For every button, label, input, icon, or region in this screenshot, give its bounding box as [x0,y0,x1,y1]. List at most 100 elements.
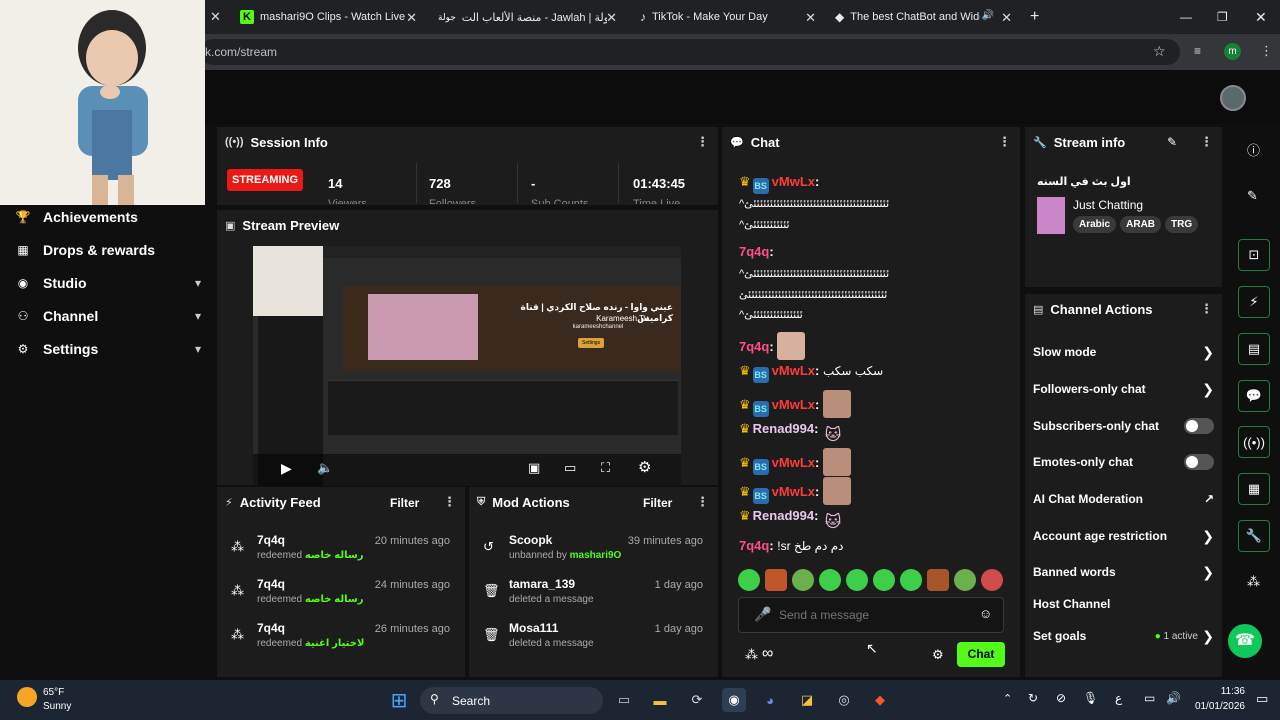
address-bar[interactable]: k.com/stream [200,39,1180,65]
sidebar-item-drops[interactable]: ▦ Drops & rewards [16,242,155,258]
chat-username[interactable]: Renad994 [753,421,814,436]
filter-button[interactable]: Filter [643,496,672,510]
chat-bubble-icon[interactable]: 💬 [1238,380,1270,412]
clock-time[interactable]: 11:36 [1191,686,1245,697]
notes-icon[interactable]: ▤ [1238,333,1270,365]
more-icon[interactable]: ⋮ [1200,134,1213,150]
support-chat-icon[interactable]: ☎ [1228,624,1262,658]
emote-icon[interactable] [765,569,787,591]
pip-icon[interactable]: ▣ [528,460,540,476]
tag[interactable]: TRG [1165,216,1199,233]
close-icon[interactable]: ✕ [1001,10,1012,26]
tab-close-0[interactable]: ✕ [210,0,225,34]
emote-icon[interactable] [819,569,841,591]
app-icon[interactable]: ⟳ [685,688,709,712]
file-explorer-icon[interactable]: ▬ [648,688,672,712]
emote-icon[interactable] [738,569,760,591]
mod-by[interactable]: mashari9O [570,550,622,561]
chat-username[interactable]: vMwLx [772,174,815,189]
action-host-channel[interactable]: Host Channel [1033,593,1214,615]
info-icon[interactable]: ⓘ [1247,140,1260,159]
emote-icon[interactable] [846,569,868,591]
mod-user[interactable]: Mosa111 [509,621,558,635]
browser-tab-botrix[interactable]: ◆ The best ChatBot and Widg 🔊 ✕ [830,0,1020,34]
sidebar-item-channel[interactable]: ⚇ Channel ▾ [16,308,201,324]
maximize-icon[interactable]: ❐ [1217,0,1228,34]
mod-user[interactable]: tamara_139 [509,577,575,591]
fullscreen-icon[interactable]: ⛶ [601,460,610,476]
layout-icon[interactable]: ▦ [1238,473,1270,505]
more-icon[interactable]: ⋮ [696,134,709,150]
more-icon[interactable]: ⋮ [1200,301,1213,317]
gear-icon[interactable]: ⚙ [932,647,944,663]
emote-icon[interactable] [900,569,922,591]
chrome-icon[interactable]: ◉ [722,688,746,712]
speaker-icon[interactable]: 🔊 [982,10,994,21]
broadcast-icon[interactable]: ((•)) [1238,426,1270,458]
points-icon[interactable]: ⁂ [1247,574,1260,590]
emote-icon[interactable] [792,569,814,591]
clock-date[interactable]: 01/01/2026 [1191,701,1245,712]
action-banned-words[interactable]: Banned words ❯ [1033,561,1214,583]
microphone-icon[interactable]: 🎤 [754,606,771,623]
app-tray-icon[interactable]: ⊘ [1056,691,1066,705]
sidebar-item-achievements[interactable]: 🏆 Achievements [16,209,138,225]
gear-icon[interactable]: ⚙ [638,458,651,476]
mod-user[interactable]: Scoopk [509,533,552,547]
action-slow-mode[interactable]: Slow mode ❯ [1033,341,1214,363]
reading-list-icon[interactable]: ≡ [1194,44,1201,58]
task-view-icon[interactable]: ▭ [612,688,636,712]
chat-username[interactable]: vMwLx [772,363,815,378]
action-account-age[interactable]: Account age restriction ❯ [1033,525,1214,547]
minimize-icon[interactable]: — [1180,0,1192,34]
obs-icon[interactable]: ◎ [832,688,856,712]
volume-icon[interactable]: 🔊 [1166,691,1181,705]
action-ai-moderation[interactable]: AI Chat Moderation ↗ [1033,488,1214,510]
user-avatar[interactable] [1220,85,1246,111]
chat-username[interactable]: 7q4q [739,538,769,553]
sidebar-item-settings[interactable]: ⚙ Settings ▾ [16,341,201,357]
feed-user[interactable]: 7q4q [257,533,285,547]
edit-icon[interactable]: ✎ [1247,188,1258,204]
brave-icon[interactable]: ◆ [868,688,892,712]
filter-button[interactable]: Filter [390,496,419,510]
tag[interactable]: ARAB [1120,216,1162,233]
volume-icon[interactable]: 🔈 [317,460,333,476]
stream-video[interactable]: عبني واوا - رنده صلاح الكردي | قناة كرام… [253,246,681,486]
action-set-goals[interactable]: Set goals ● 1 active ❯ [1033,625,1214,647]
close-icon[interactable]: ✕ [805,10,816,26]
more-icon[interactable]: ⋮ [696,494,709,510]
chevron-up-icon[interactable]: ⌃ [1003,692,1012,705]
emote-icon[interactable] [927,569,949,591]
points-icon[interactable]: ⁂ [745,647,758,663]
wrench-icon[interactable]: 🔧 [1238,520,1270,552]
star-icon[interactable]: ☆ [1153,43,1166,60]
feed-user[interactable]: 7q4q [257,577,285,591]
tag[interactable]: Arabic [1073,216,1117,233]
network-icon[interactable]: ▭ [1144,691,1155,705]
browser-tab-tiktok[interactable]: ♪ TikTok - Make Your Day ✕ [630,0,820,34]
screen-capture-icon[interactable]: ⊡ [1238,239,1270,271]
more-icon[interactable]: ⋮ [998,134,1011,150]
close-icon[interactable]: ✕ [406,10,417,26]
discord-icon[interactable]: ◕ [758,688,782,712]
profile-avatar[interactable]: m [1224,43,1241,60]
emotes-only-toggle[interactable] [1184,454,1214,470]
more-icon[interactable]: ⋮ [443,494,456,510]
emote-icon[interactable] [873,569,895,591]
language-indicator[interactable]: ع [1115,691,1122,705]
send-chat-button[interactable]: Chat [957,642,1005,667]
browser-tab-kick[interactable]: K mashari9O Clips - Watch Live o ✕ [230,0,425,34]
feed-user[interactable]: 7q4q [257,621,285,635]
microphone-icon[interactable]: 🎙 [1083,691,1098,705]
close-icon[interactable]: ✕ [606,10,617,26]
menu-icon[interactable]: ⋮ [1260,43,1273,59]
action-followers-only[interactable]: Followers-only chat ❯ [1033,378,1214,400]
browser-tab-jawlah[interactable]: جولة منصة الألعاب الت - Jawlah | جولة ✕ [430,0,625,34]
theater-icon[interactable]: ▭ [564,460,576,476]
new-tab-button[interactable]: + [1030,0,1050,34]
chat-username[interactable]: 7q4q [739,339,769,354]
sync-icon[interactable]: ↻ [1028,691,1038,705]
bolt-icon[interactable]: ⚡ [1238,286,1270,318]
play-icon[interactable]: ▶ [281,460,292,477]
